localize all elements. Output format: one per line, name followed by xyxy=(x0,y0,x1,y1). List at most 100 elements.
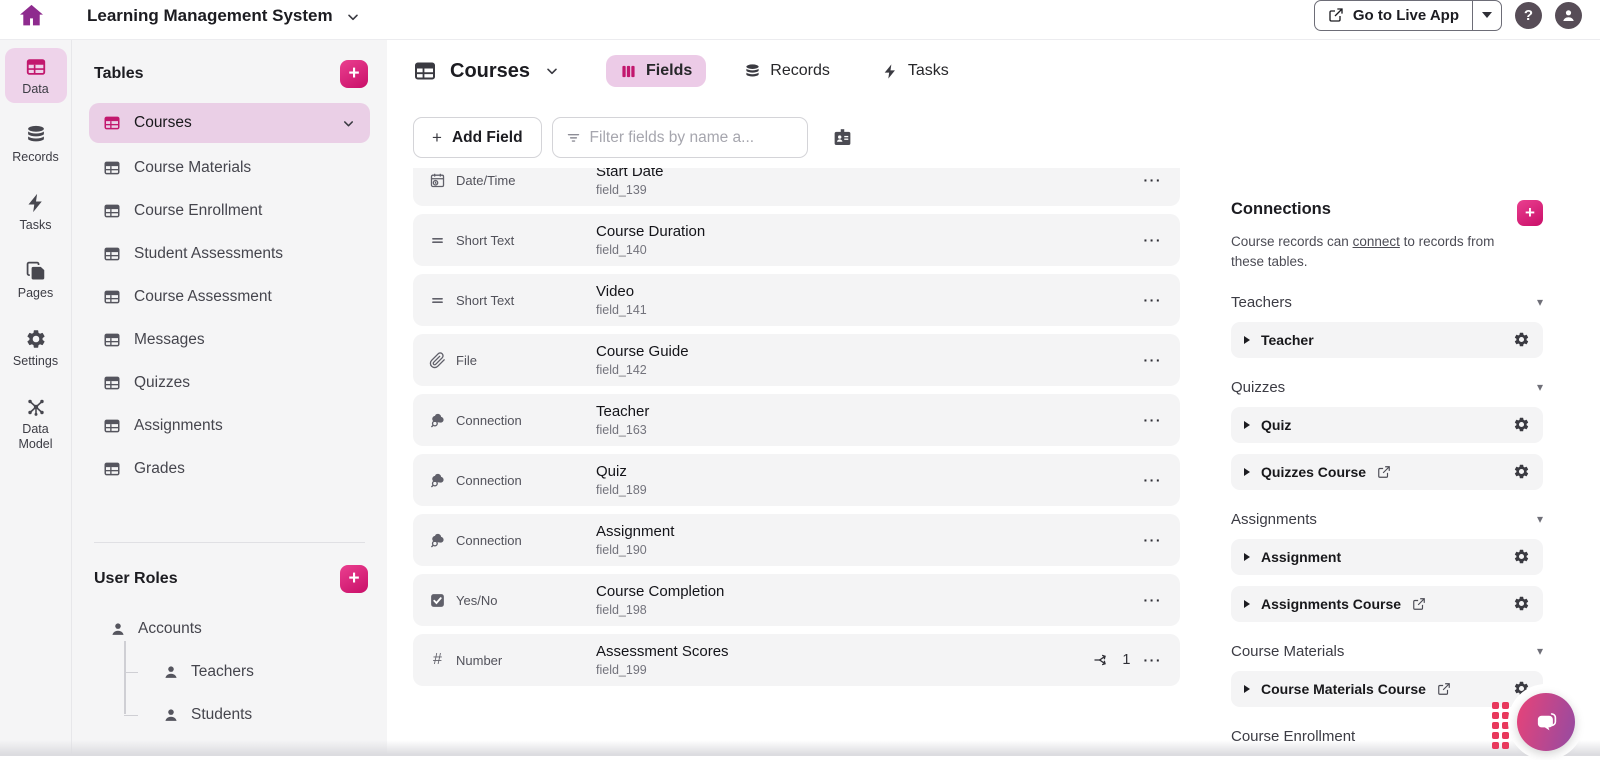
add-connection-button[interactable]: + xyxy=(1517,200,1543,226)
table-item-messages[interactable]: Messages xyxy=(89,318,370,361)
field-row-field_189[interactable]: ConnectionQuizfield_189··· xyxy=(413,454,1180,506)
table-item-course-assessment[interactable]: Course Assessment xyxy=(89,275,370,318)
account-avatar-button[interactable] xyxy=(1555,2,1582,29)
connection-group-course-materials[interactable]: Course Materials▾ xyxy=(1231,643,1543,660)
field-row-field_139[interactable]: Date/TimeStart Datefield_139··· xyxy=(413,168,1180,206)
help-icon: ? xyxy=(1524,7,1533,24)
field-name: Course Duration xyxy=(596,223,705,240)
field-row-actions: ··· xyxy=(1144,292,1181,308)
connection-item-assignment[interactable]: Assignment xyxy=(1231,539,1543,575)
connection-item-assignments-course[interactable]: Assignments Course xyxy=(1231,586,1543,622)
field-row-field_163[interactable]: Connection Teacherfield_163 ··· xyxy=(413,394,1180,446)
rail-item-records[interactable]: Records xyxy=(5,116,67,171)
rail-item-label: Data xyxy=(22,82,48,97)
connection-item-teacher[interactable]: Teacher xyxy=(1231,322,1543,358)
external-link-icon xyxy=(1377,465,1391,479)
table-header: Courses FieldsRecordsTasks xyxy=(413,55,963,87)
field-info: Teacherfield_163 xyxy=(583,403,649,437)
fields-scroll-area[interactable]: Date/TimeStart Datefield_139··· Short Tex… xyxy=(413,168,1180,695)
field-menu-button[interactable]: ··· xyxy=(1144,292,1163,308)
add-field-button[interactable]: + Add Field xyxy=(413,117,542,158)
field-type-label: File xyxy=(456,353,477,368)
user-roles-title: User Roles xyxy=(94,570,178,588)
field-row-field_199[interactable]: #NumberAssessment Scoresfield_1991··· xyxy=(413,634,1180,686)
field-name: Course Guide xyxy=(596,343,689,360)
field-menu-button[interactable]: ··· xyxy=(1144,592,1163,608)
caret-down-icon: ▾ xyxy=(1537,380,1543,394)
add-user-role-button[interactable]: + xyxy=(340,565,368,593)
field-row-field_141[interactable]: Short TextVideofield_141··· xyxy=(413,274,1180,326)
rail-item-settings[interactable]: Settings xyxy=(5,320,67,375)
field-menu-button[interactable]: ··· xyxy=(1144,472,1163,488)
tables-panel-header: Tables + xyxy=(72,60,387,88)
table-title-chevron-down-icon[interactable] xyxy=(544,63,560,79)
rail-item-data-model[interactable]: Data Model xyxy=(5,388,67,458)
field-key: field_198 xyxy=(596,603,724,617)
field-type: Date/Time xyxy=(413,172,583,189)
hash-icon: # xyxy=(429,651,446,669)
field-menu-button[interactable]: ··· xyxy=(1144,232,1163,248)
field-row-field_198[interactable]: Yes/NoCourse Completionfield_198··· xyxy=(413,574,1180,626)
table-item-course-materials[interactable]: Course Materials xyxy=(89,146,370,189)
table-item-student-assessments[interactable]: Student Assessments xyxy=(89,232,370,275)
connection-item-quizzes-course[interactable]: Quizzes Course xyxy=(1231,454,1543,490)
data-model-icon xyxy=(25,396,47,418)
connection-settings-button[interactable] xyxy=(1513,463,1530,480)
table-item-label: Course Materials xyxy=(134,159,251,177)
tab-fields[interactable]: Fields xyxy=(606,55,706,87)
role-item-students[interactable]: Students xyxy=(72,693,387,736)
field-row-field_190[interactable]: ConnectionAssignmentfield_190··· xyxy=(413,514,1180,566)
connection-item-quiz[interactable]: Quiz xyxy=(1231,407,1543,443)
field-name: Course Completion xyxy=(596,583,724,600)
rail-item-pages[interactable]: Pages xyxy=(5,252,67,307)
home-icon[interactable] xyxy=(18,2,45,29)
chat-launcher-button[interactable] xyxy=(1517,693,1575,751)
caret-right-icon xyxy=(1244,468,1250,476)
chevron-down-icon[interactable] xyxy=(341,116,356,131)
tab-records[interactable]: Records xyxy=(730,55,844,87)
go-to-live-app-button[interactable]: Go to Live App xyxy=(1314,0,1502,31)
connection-group-teachers[interactable]: Teachers▾ xyxy=(1231,294,1543,311)
app-title-chevron-down-icon[interactable] xyxy=(345,9,361,25)
field-menu-button[interactable]: ··· xyxy=(1144,532,1163,548)
field-menu-button[interactable]: ··· xyxy=(1144,652,1163,668)
connect-link[interactable]: connect xyxy=(1353,234,1400,249)
connection-settings-button[interactable] xyxy=(1513,331,1530,348)
table-item-courses[interactable]: Courses xyxy=(89,103,370,143)
tables-list: Courses Course Materials Course Enrollment… xyxy=(72,103,387,490)
field-row-field_140[interactable]: Short TextCourse Durationfield_140··· xyxy=(413,214,1180,266)
field-type-label: Connection xyxy=(456,413,522,428)
help-button[interactable]: ? xyxy=(1515,2,1542,29)
rail-item-tasks[interactable]: Tasks xyxy=(5,184,67,239)
connection-group-quizzes[interactable]: Quizzes▾ xyxy=(1231,379,1543,396)
field-menu-button[interactable]: ··· xyxy=(1144,412,1163,428)
connection-settings-button[interactable] xyxy=(1513,416,1530,433)
connection-settings-button[interactable] xyxy=(1513,595,1530,612)
go-to-live-app-dropdown[interactable] xyxy=(1472,1,1501,30)
connections-count-value: 1 xyxy=(1122,652,1130,668)
field-info: Course Completion field_198 xyxy=(583,583,724,617)
connection-group-assignments[interactable]: Assignments▾ xyxy=(1231,511,1543,528)
go-to-live-app-main[interactable]: Go to Live App xyxy=(1315,1,1472,30)
field-type-paperclip-icon xyxy=(429,352,446,369)
tab-tasks[interactable]: Tasks xyxy=(868,55,963,87)
table-item-course-enrollment[interactable]: Course Enrollment xyxy=(89,189,370,232)
field-menu-button[interactable]: ··· xyxy=(1144,172,1163,188)
filter-fields-input[interactable] xyxy=(590,129,795,147)
role-item-teachers[interactable]: Teachers xyxy=(72,650,387,693)
connection-settings-button[interactable] xyxy=(1513,548,1530,565)
table-item-grades[interactable]: Grades xyxy=(89,447,370,490)
add-table-button[interactable]: + xyxy=(340,60,368,88)
rail-item-data[interactable]: Data xyxy=(5,48,67,103)
field-menu-button[interactable]: ··· xyxy=(1144,352,1163,368)
table-item-assignments[interactable]: Assignments xyxy=(89,404,370,447)
caret-right-icon xyxy=(1244,336,1250,344)
connection-item-label: Assignment xyxy=(1261,549,1341,565)
table-item-quizzes[interactable]: Quizzes xyxy=(89,361,370,404)
field-row-actions: ··· xyxy=(1144,172,1181,188)
field-keys-badge-icon[interactable] xyxy=(832,127,853,148)
table-item-label: Messages xyxy=(134,331,205,349)
field-row-field_142[interactable]: FileCourse Guidefield_142··· xyxy=(413,334,1180,386)
tab-label: Records xyxy=(770,62,830,80)
role-item-accounts[interactable]: Accounts xyxy=(72,607,387,650)
